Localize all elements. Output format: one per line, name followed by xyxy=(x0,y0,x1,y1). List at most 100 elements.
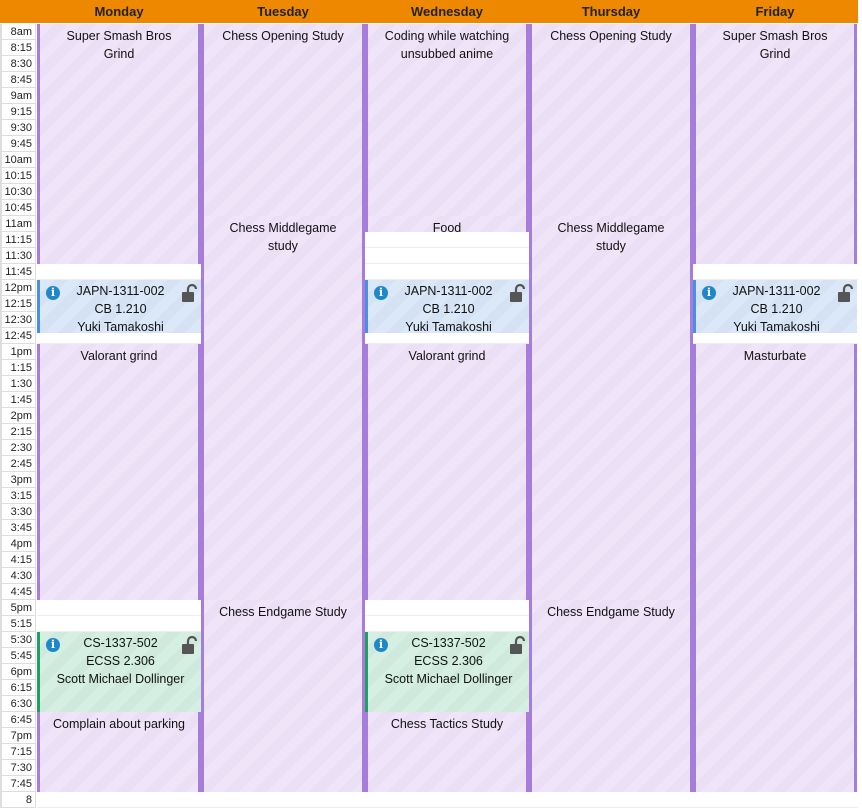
class-block-japn-1311-002[interactable]: i JAPN-1311-002 CB 1.210 Yuki Tamakoshi xyxy=(693,280,857,334)
event-block-super-smash-bros-grind[interactable]: Super Smash Bros Grind xyxy=(693,24,857,264)
time-label: 10:15 xyxy=(0,168,36,184)
time-label: 8am xyxy=(0,24,36,40)
unlock-icon[interactable] xyxy=(837,283,854,302)
class-instructor: Scott Michael Dollinger xyxy=(384,672,513,686)
time-label: 8 xyxy=(0,792,36,808)
time-label: 4:30 xyxy=(0,568,36,584)
event-title: Chess Opening Study xyxy=(222,29,344,43)
event-block-coding-while-watching-unsubbed-anime[interactable]: Coding while watching unsubbed anime xyxy=(365,24,529,216)
event-title: Chess Endgame Study xyxy=(219,605,347,619)
class-block-cs-1337-502[interactable]: i CS-1337-502 ECSS 2.306 Scott Michael Doll… xyxy=(37,632,201,712)
event-block-valorant-grind[interactable]: Valorant grind xyxy=(37,344,201,600)
event-title: Super Smash Bros Grind xyxy=(722,29,828,61)
class-instructor: Yuki Tamakoshi xyxy=(733,320,820,334)
time-label: 9am xyxy=(0,88,36,104)
time-label: 7:30 xyxy=(0,760,36,776)
unlock-icon[interactable] xyxy=(181,283,198,302)
event-title: Complain about parking xyxy=(52,717,186,731)
time-label: 10:45 xyxy=(0,200,36,216)
time-label: 3:15 xyxy=(0,488,36,504)
event-block-food[interactable]: Food xyxy=(365,216,529,235)
event-block-valorant-grind[interactable]: Valorant grind xyxy=(365,344,529,600)
event-block-masturbate[interactable]: Masturbate xyxy=(693,344,857,792)
time-label: 2pm xyxy=(0,408,36,424)
time-label: 11:15 xyxy=(0,232,36,248)
class-block-japn-1311-002[interactable]: i JAPN-1311-002 CB 1.210 Yuki Tamakoshi xyxy=(37,280,201,334)
info-icon[interactable]: i xyxy=(46,286,60,300)
event-title: Valorant grind xyxy=(408,349,486,363)
time-label: 6:30 xyxy=(0,696,36,712)
time-label: 9:30 xyxy=(0,120,36,136)
class-room: ECSS 2.306 xyxy=(86,654,155,668)
event-block-chess-middlegame-study[interactable]: Chess Middlegame study xyxy=(201,216,365,600)
class-room: CB 1.210 xyxy=(94,302,147,316)
time-label: 1:30 xyxy=(0,376,36,392)
time-label: 2:15 xyxy=(0,424,36,440)
event-block-chess-endgame-study[interactable]: Chess Endgame Study xyxy=(201,600,365,792)
unlock-icon[interactable] xyxy=(509,283,526,302)
day-header-friday: Friday xyxy=(755,4,795,19)
time-label: 2:45 xyxy=(0,456,36,472)
class-room: ECSS 2.306 xyxy=(414,654,483,668)
info-icon[interactable]: i xyxy=(702,286,716,300)
event-title: Super Smash Bros Grind xyxy=(66,29,172,61)
day-header-monday: Monday xyxy=(94,4,144,19)
event-block-chess-opening-study[interactable]: Chess Opening Study xyxy=(529,24,693,216)
class-block-cs-1337-502[interactable]: i CS-1337-502 ECSS 2.306 Scott Michael Doll… xyxy=(365,632,529,712)
time-label: 8:15 xyxy=(0,40,36,56)
class-code: JAPN-1311-002 xyxy=(76,284,165,298)
event-title: Coding while watching unsubbed anime xyxy=(384,29,510,61)
event-block-chess-tactics-study[interactable]: Chess Tactics Study xyxy=(365,712,529,792)
event-block-super-smash-bros-grind[interactable]: Super Smash Bros Grind xyxy=(37,24,201,264)
event-title: Chess Middlegame study xyxy=(229,221,337,253)
time-label: 10:30 xyxy=(0,184,36,200)
class-room: CB 1.210 xyxy=(422,302,475,316)
time-label: 3:30 xyxy=(0,504,36,520)
event-title: Chess Middlegame study xyxy=(557,221,665,253)
event-title: Chess Opening Study xyxy=(550,29,672,43)
info-icon[interactable]: i xyxy=(374,638,388,652)
time-label: 11:45 xyxy=(0,264,36,280)
time-label: 12pm xyxy=(0,280,36,296)
class-instructor: Scott Michael Dollinger xyxy=(56,672,185,686)
unlock-icon[interactable] xyxy=(509,635,526,654)
class-block-japn-1311-002[interactable]: i JAPN-1311-002 CB 1.210 Yuki Tamakoshi xyxy=(365,280,529,334)
event-block-chess-endgame-study[interactable]: Chess Endgame Study xyxy=(529,600,693,792)
time-label: 12:45 xyxy=(0,328,36,344)
info-icon[interactable]: i xyxy=(374,286,388,300)
time-label: 5:30 xyxy=(0,632,36,648)
class-room: CB 1.210 xyxy=(750,302,803,316)
time-label: 4:15 xyxy=(0,552,36,568)
event-title: Chess Endgame Study xyxy=(547,605,675,619)
time-label: 5pm xyxy=(0,600,36,616)
event-title: Valorant grind xyxy=(80,349,158,363)
day-header-thursday: Thursday xyxy=(581,4,641,19)
unlock-icon[interactable] xyxy=(181,635,198,654)
event-block-complain-about-parking[interactable]: Complain about parking xyxy=(37,712,201,792)
time-label: 5:45 xyxy=(0,648,36,664)
time-label: 5:15 xyxy=(0,616,36,632)
event-title: Masturbate xyxy=(743,349,807,363)
time-column: 8am 8:15 8:30 8:45 9am 9:15 9:30 9:45 10am 10:15 1… xyxy=(0,24,37,808)
time-label: 9:45 xyxy=(0,136,36,152)
time-label: 11am xyxy=(0,216,36,232)
time-label: 1pm xyxy=(0,344,36,360)
class-instructor: Yuki Tamakoshi xyxy=(77,320,164,334)
class-code: JAPN-1311-002 xyxy=(404,284,493,298)
event-block-chess-opening-study[interactable]: Chess Opening Study xyxy=(201,24,365,216)
time-label: 8:45 xyxy=(0,72,36,88)
day-header-tuesday: Tuesday xyxy=(257,4,309,19)
time-label: 7pm xyxy=(0,728,36,744)
day-header-wednesday: Wednesday xyxy=(410,4,483,19)
time-label: 8:30 xyxy=(0,56,36,72)
time-label: 1:45 xyxy=(0,392,36,408)
class-code: CS-1337-502 xyxy=(411,636,486,650)
time-label: 12:30 xyxy=(0,312,36,328)
class-code: CS-1337-502 xyxy=(83,636,158,650)
info-icon[interactable]: i xyxy=(46,638,60,652)
time-label: 6pm xyxy=(0,664,36,680)
time-label: 3:45 xyxy=(0,520,36,536)
event-title: Chess Tactics Study xyxy=(390,717,504,731)
event-block-chess-middlegame-study[interactable]: Chess Middlegame study xyxy=(529,216,693,600)
time-label: 9:15 xyxy=(0,104,36,120)
